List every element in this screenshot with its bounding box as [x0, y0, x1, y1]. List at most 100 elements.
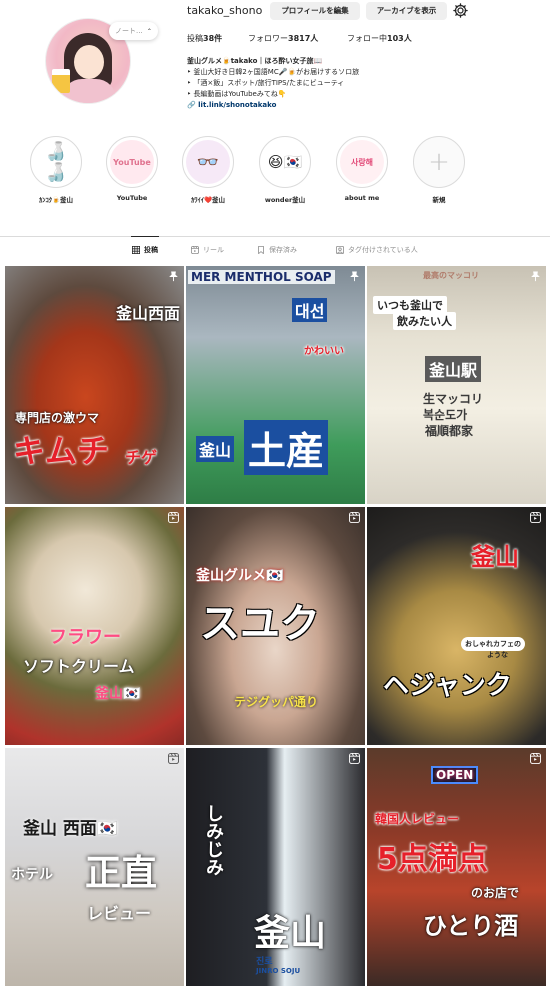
- new-highlight-button[interactable]: + 新規: [409, 136, 469, 204]
- followers-count[interactable]: フォロワー3817人: [248, 33, 318, 44]
- bio-name: 釜山グルメ🍺takako｜ほろ酔い女子旅📖: [187, 57, 323, 65]
- tab-label: 投稿: [144, 246, 158, 254]
- reels-icon: [168, 512, 179, 523]
- tab-label: 保存済み: [269, 246, 297, 254]
- post-caption: 正直: [85, 853, 158, 894]
- tab-tagged[interactable]: タグ付けされている人: [336, 245, 418, 255]
- following-value: 103人: [387, 34, 412, 43]
- note-text: ノート...: [115, 27, 143, 35]
- plus-icon: +: [417, 140, 461, 184]
- bio-link-text: lit.link/shonotakako: [198, 101, 277, 109]
- highlight-item[interactable]: 👓 ｶﾜｲｲ❤️釜山: [178, 136, 238, 204]
- bio-line: ‣ 釜山大好き日韓2ヶ国語MC🎤🍺がお届けするソロ旅: [187, 68, 360, 76]
- post-caption: ような: [487, 651, 508, 659]
- link-icon: 🔗: [187, 101, 199, 109]
- beer-mug-icon: [52, 69, 70, 93]
- post-caption: 釜山: [196, 436, 235, 462]
- post-caption: 釜山グルメ🇰🇷: [196, 568, 284, 584]
- following-count[interactable]: フォロー中103人: [347, 33, 412, 44]
- post-caption: しみじみ: [203, 804, 224, 876]
- post-caption: 福順都家: [425, 424, 474, 438]
- highlight-cover: 사랑해: [336, 136, 388, 188]
- tab-label: リール: [203, 246, 224, 254]
- bio-link[interactable]: 🔗 lit.link/shonotakako: [187, 100, 359, 111]
- post-caption: 복순도가: [423, 408, 468, 422]
- profile-avatar[interactable]: ノート... ⌃: [45, 18, 158, 104]
- edit-profile-button[interactable]: プロフィールを編集: [270, 2, 360, 20]
- post-caption: 釜山🇰🇷: [95, 686, 141, 702]
- highlight-cover: +: [413, 136, 465, 188]
- sunglasses-icon: 👓: [186, 140, 230, 184]
- post-caption: 生マッコリ: [423, 392, 484, 406]
- highlight-cover: 😆🇰🇷: [259, 136, 311, 188]
- highlight-cover: YouTube: [106, 136, 158, 188]
- post-tile[interactable]: MER MENTHOL SOAP 대선 かわいい 釜山 土産: [186, 266, 365, 504]
- post-caption: おしゃれカフェの: [461, 637, 525, 651]
- tab-posts[interactable]: 投稿: [132, 245, 158, 255]
- profile-username: takako_shono: [187, 4, 263, 17]
- post-caption: スユク: [200, 601, 320, 647]
- post-caption: 専門店の激ウマ: [15, 411, 100, 425]
- post-tile[interactable]: 釜山 西面🇰🇷 ホテル 正直 レビュー: [5, 748, 184, 986]
- tab-label: タグ付けされている人: [348, 246, 418, 254]
- tabs-divider: [0, 236, 550, 237]
- post-caption: 釜山: [254, 913, 327, 954]
- note-bubble[interactable]: ノート... ⌃: [109, 22, 158, 40]
- highlight-label: ｶﾜｲｲ❤️釜山: [190, 196, 226, 204]
- post-caption: キムチ: [13, 432, 110, 470]
- post-caption: 韓国人レビュー: [375, 812, 460, 826]
- highlight-cover: 🍶🍶: [30, 136, 82, 188]
- view-archive-button[interactable]: アーカイブを表示: [366, 2, 447, 20]
- followers-label: フォロワー: [248, 34, 288, 43]
- post-image: [367, 507, 546, 745]
- post-caption: 진로: [256, 957, 273, 967]
- posts-label: 投稿: [187, 34, 203, 43]
- highlight-label: YouTube: [116, 194, 148, 202]
- post-tile[interactable]: OPEN 韓国人レビュー 5点満点 のお店で ひとり酒: [367, 748, 546, 986]
- post-tile[interactable]: 釜山グルメ🇰🇷 スユク テジグッパ通り: [186, 507, 365, 745]
- highlight-item[interactable]: YouTube YouTube: [102, 136, 162, 202]
- chevron-up-down-icon: ⌃: [146, 28, 152, 35]
- post-caption: ホテル: [11, 867, 53, 883]
- love-sticker-icon: 사랑해: [340, 140, 384, 184]
- bio-line: ‣ 「酒×飯」スポット/旅行TIPS/たまにビューティ: [187, 79, 345, 87]
- tab-saved[interactable]: 保存済み: [257, 245, 297, 255]
- tagged-person-icon: [336, 246, 344, 254]
- story-highlights: 🍶🍶 ｶﾝｺｸ🍺釜山 YouTube YouTube 👓 ｶﾜｲｲ❤️釜山 😆🇰…: [0, 136, 550, 216]
- reels-icon: [349, 753, 360, 764]
- followers-value: 3817人: [288, 34, 319, 43]
- post-caption: 飲みたい人: [393, 312, 456, 330]
- highlight-label: wonder釜山: [264, 196, 306, 204]
- post-caption: ひとり酒: [423, 912, 519, 940]
- post-tile[interactable]: しみじみ 釜山 진로 JINRO SOJU: [186, 748, 365, 986]
- gear-icon[interactable]: [453, 3, 468, 18]
- highlight-item[interactable]: 🍶🍶 ｶﾝｺｸ🍺釜山: [26, 136, 86, 204]
- highlight-item[interactable]: 😆🇰🇷 wonder釜山: [255, 136, 315, 204]
- post-caption: 土産: [244, 420, 329, 475]
- post-caption: 釜山西面: [115, 304, 180, 323]
- tab-reels[interactable]: リール: [191, 245, 224, 255]
- soju-bottles-icon: 🍶🍶: [34, 140, 78, 184]
- pin-icon: [531, 271, 540, 282]
- post-caption: 釜山 西面🇰🇷: [23, 819, 119, 839]
- post-caption: 5点満点: [377, 842, 488, 877]
- post-caption: ソフトクリーム: [23, 657, 135, 676]
- posts-value: 38件: [203, 34, 223, 43]
- post-caption: かわいい: [304, 346, 344, 357]
- post-caption: 釜山駅: [425, 356, 482, 382]
- post-caption: チゲ: [125, 448, 158, 467]
- reels-icon: [530, 753, 541, 764]
- post-tile[interactable]: 釜山 おしゃれカフェの ような ヘジャンク: [367, 507, 546, 745]
- highlight-item[interactable]: 사랑해 about me: [332, 136, 392, 202]
- highlight-label: about me: [344, 194, 380, 202]
- post-tile[interactable]: フラワー ソフトクリーム 釜山🇰🇷: [5, 507, 184, 745]
- post-caption: テジグッパ通り: [234, 695, 319, 709]
- avatar-body: [62, 79, 116, 103]
- highlight-label: 新規: [432, 196, 446, 204]
- post-caption: レビュー: [87, 904, 152, 923]
- post-caption: OPEN: [431, 766, 479, 784]
- post-tile[interactable]: 最高のマッコリ いつも釜山で 飲みたい人 釜山駅 生マッコリ 복순도가 福順都家: [367, 266, 546, 504]
- profile-bio: 釜山グルメ🍺takako｜ほろ酔い女子旅📖 ‣ 釜山大好き日韓2ヶ国語MC🎤🍺が…: [187, 56, 359, 111]
- post-tile[interactable]: 釜山西面 専門店の激ウマ キムチ チゲ: [5, 266, 184, 504]
- post-caption: JINRO SOJU: [256, 967, 301, 975]
